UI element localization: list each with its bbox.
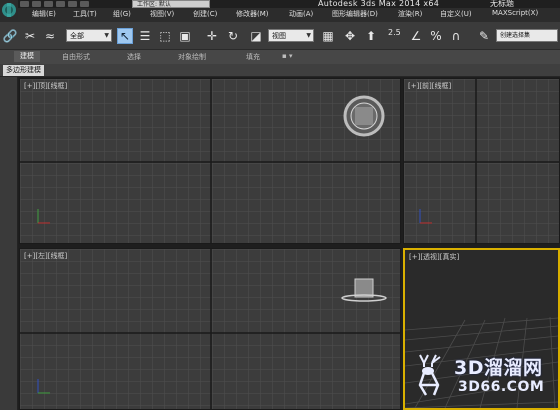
viewport-grid <box>20 249 400 409</box>
ribbon-options-icon[interactable]: ▪ ▾ <box>282 52 292 60</box>
menu-rendering[interactable]: 渲染(R) <box>398 9 422 19</box>
viewport-label-top[interactable]: [+][顶][线框] <box>24 81 67 91</box>
viewport-label-perspective[interactable]: [+][透视][真实] <box>409 252 459 262</box>
reference-coord-dropdown[interactable]: 视图 ▼ <box>268 29 314 42</box>
select-object-icon[interactable]: ↖ <box>117 28 133 44</box>
pivot-center-icon[interactable]: ▦ <box>320 28 336 44</box>
viewport-front[interactable]: [+][前][线框] <box>403 78 560 244</box>
select-manipulate-icon[interactable]: ✥ <box>342 28 358 44</box>
rectangular-selection-icon[interactable]: ⬚ <box>157 28 173 44</box>
undo-icon[interactable] <box>56 1 65 7</box>
viewport-label-left[interactable]: [+][左][线框] <box>24 251 67 261</box>
hold-icon[interactable] <box>80 1 89 7</box>
tab-populate[interactable]: 填充 <box>246 52 260 62</box>
bind-space-warp-icon[interactable]: ≈ <box>42 28 58 44</box>
watermark-site: 3D66.COM <box>458 379 545 395</box>
viewport-grid <box>20 79 400 243</box>
menu-group[interactable]: 组(G) <box>113 9 131 19</box>
keyboard-shortcut-icon[interactable]: ⬆ <box>363 28 379 44</box>
polygon-modeling-panel[interactable]: 多边形建模 <box>3 65 44 76</box>
viewport-top[interactable]: [+][顶][线框] <box>19 78 401 244</box>
unlink-icon[interactable]: ✂ <box>22 28 38 44</box>
percent-snap-icon[interactable]: % <box>428 28 444 44</box>
edit-named-selection-icon[interactable]: ✎ <box>476 28 492 44</box>
menu-views[interactable]: 视图(V) <box>150 9 174 19</box>
menu-create[interactable]: 创建(C) <box>193 9 217 19</box>
chevron-down-icon: ▼ <box>104 32 109 39</box>
selection-filter-dropdown[interactable]: 全部 ▼ <box>66 29 112 42</box>
quick-access-toolbar[interactable] <box>20 0 89 8</box>
app-logo-icon[interactable] <box>0 0 18 20</box>
menu-tools[interactable]: 工具(T) <box>73 9 97 19</box>
watermark: 3D溜溜网 3D66.COM <box>408 345 556 403</box>
menu-customize[interactable]: 自定义(U) <box>440 9 472 19</box>
axis-tripod-icon <box>37 379 50 394</box>
open-file-icon[interactable] <box>32 1 41 7</box>
named-selection-set-field[interactable]: 创建选择集 <box>496 29 558 42</box>
redo-icon[interactable] <box>68 1 77 7</box>
link-icon[interactable]: 🔗 <box>2 28 18 44</box>
select-by-name-icon[interactable]: ☰ <box>137 28 153 44</box>
snap-toggle[interactable]: 2.5 <box>388 28 401 37</box>
menu-modifiers[interactable]: 修改器(M) <box>236 9 269 19</box>
tab-freeform[interactable]: 自由形式 <box>62 52 90 62</box>
viewport-label-front[interactable]: [+][前][线框] <box>408 81 451 91</box>
viewport-left[interactable]: [+][左][线框] <box>19 248 401 410</box>
main-toolbar: 🔗 ✂ ≈ 全部 ▼ ↖ ☰ ⬚ ▣ ✛ ↻ ◪ 视图 ▼ ▦ ✥ ⬆ 2.5 … <box>0 22 560 50</box>
workspace-dropdown[interactable]: 工作区: 默认 <box>132 0 210 8</box>
chevron-down-icon: ▼ <box>306 32 311 39</box>
watermark-brand: 3D溜溜网 <box>454 357 543 379</box>
axis-tripod-icon <box>37 209 50 224</box>
window-crossing-icon[interactable]: ▣ <box>177 28 193 44</box>
app-title: Autodesk 3ds Max 2014 x64 <box>318 0 440 8</box>
menu-edit[interactable]: 编辑(E) <box>32 9 56 19</box>
axis-tripod-icon <box>419 209 432 224</box>
reference-coord-value: 视图 <box>272 32 286 40</box>
title-bar: 工作区: 默认 Autodesk 3ds Max 2014 x64 无标题 <box>0 0 560 8</box>
save-file-icon[interactable] <box>44 1 53 7</box>
angle-snap-icon[interactable]: ∠ <box>408 28 424 44</box>
scale-icon[interactable]: ◪ <box>248 28 264 44</box>
left-side-strip <box>0 77 18 410</box>
move-icon[interactable]: ✛ <box>204 28 220 44</box>
document-title: 无标题 <box>490 0 514 8</box>
ribbon-panel: 多边形建模 <box>0 64 560 77</box>
selection-filter-value: 全部 <box>70 32 84 40</box>
tab-modeling[interactable]: 建模 <box>14 51 40 62</box>
tab-object-paint[interactable]: 对象绘制 <box>178 52 206 62</box>
tab-selection[interactable]: 选择 <box>127 52 141 62</box>
spinner-snap-icon[interactable]: ∩ <box>448 28 464 44</box>
menu-animation[interactable]: 动画(A) <box>289 9 313 19</box>
new-file-icon[interactable] <box>20 1 29 7</box>
menu-maxscript[interactable]: MAXScript(X) <box>492 9 538 17</box>
ribbon-tab-bar: 建模 自由形式 选择 对象绘制 填充 ▪ ▾ <box>0 50 560 64</box>
menu-graph-editors[interactable]: 图形编辑器(D) <box>332 9 378 19</box>
rotate-icon[interactable]: ↻ <box>225 28 241 44</box>
deer-logo-icon <box>418 354 441 396</box>
